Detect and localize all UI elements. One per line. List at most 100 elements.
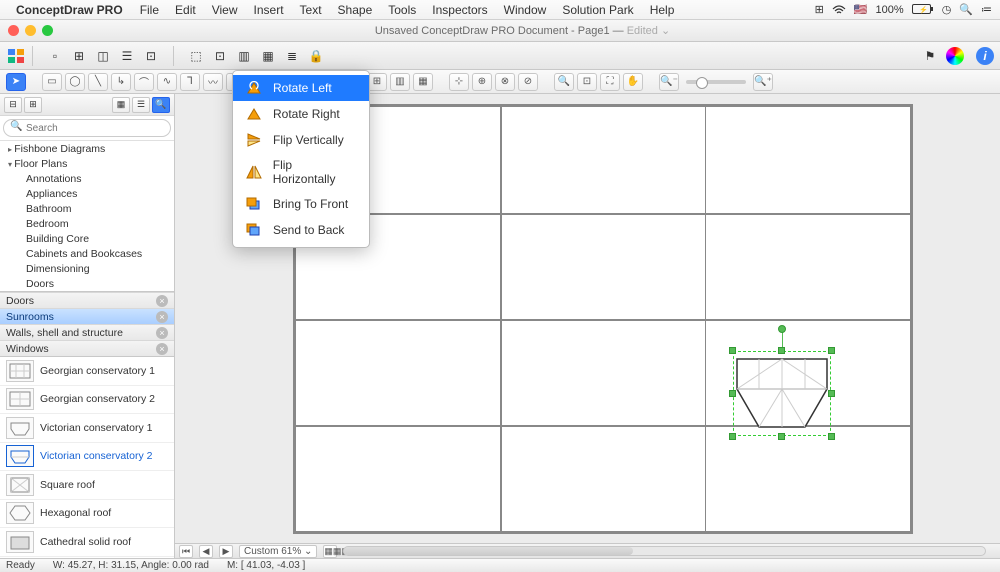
line-tool[interactable]: ╲ — [88, 73, 108, 91]
menu-insert[interactable]: Insert — [247, 3, 291, 17]
shape-victorian-1[interactable]: Victorian conservatory 1 — [0, 414, 174, 443]
close-button[interactable] — [8, 25, 19, 36]
sidebar-view-grid-icon[interactable]: ▦ — [112, 97, 130, 113]
menu-file[interactable]: File — [133, 3, 166, 17]
tree-building-core[interactable]: Building Core — [0, 231, 174, 246]
arc-tool[interactable]: ⌒ — [134, 73, 154, 91]
fullscreen-button[interactable] — [42, 25, 53, 36]
ctx-flip-horizontal[interactable]: Flip Horizontally — [233, 153, 369, 191]
status-clock-icon[interactable]: ◷ — [942, 3, 952, 16]
sidebar-view-list-icon[interactable]: ☰ — [132, 97, 150, 113]
resize-handle[interactable] — [828, 390, 835, 397]
zoom-in-tool[interactable]: 🔍 — [554, 73, 574, 91]
zoom-slider[interactable] — [686, 80, 746, 84]
tree-bathroom[interactable]: Bathroom — [0, 201, 174, 216]
resize-handle[interactable] — [778, 347, 785, 354]
tree-fishbone[interactable]: Fishbone Diagrams — [0, 141, 174, 156]
tb-icon-1[interactable]: ▫ — [45, 46, 65, 66]
close-icon[interactable]: × — [156, 311, 168, 323]
ctx-flip-vertical[interactable]: Flip Vertically — [233, 127, 369, 153]
ellipse-tool[interactable]: ◯ — [65, 73, 85, 91]
sidebar-collapse-icon[interactable]: ⊟ — [4, 97, 22, 113]
h-scrollbar[interactable] — [343, 546, 986, 556]
stack-walls[interactable]: Walls, shell and structure× — [0, 324, 174, 340]
shape-georgian-1[interactable]: Georgian conservatory 1 — [0, 357, 174, 386]
menu-view[interactable]: View — [205, 3, 245, 17]
menu-shape[interactable]: Shape — [331, 3, 380, 17]
tree-appliances[interactable]: Appliances — [0, 186, 174, 201]
info-icon[interactable]: i — [976, 47, 994, 65]
tb-distribute-icon[interactable]: ▦ — [258, 46, 278, 66]
ctx-rotate-right[interactable]: Rotate Right — [233, 101, 369, 127]
zoom-readout[interactable]: Custom 61% ⌄ — [239, 545, 317, 558]
menu-tools[interactable]: Tools — [381, 3, 423, 17]
zoom-out-button[interactable]: 🔍⁻ — [659, 73, 679, 91]
rect-tool[interactable]: ▭ — [42, 73, 62, 91]
tb-icon-3[interactable]: ◫ — [93, 46, 113, 66]
selected-shape[interactable] — [733, 351, 831, 436]
zoom-fit-tool[interactable]: ⛶ — [600, 73, 620, 91]
tree-floor-plans[interactable]: Floor Plans — [0, 156, 174, 171]
resize-handle[interactable] — [778, 433, 785, 440]
tb2-snap-4[interactable]: ⊘ — [518, 73, 538, 91]
tb2-snap-2[interactable]: ⊕ — [472, 73, 492, 91]
page-first-icon[interactable]: ⏮ — [179, 545, 193, 558]
zoom-in-button[interactable]: 🔍⁺ — [753, 73, 773, 91]
shape-georgian-2[interactable]: Georgian conservatory 2 — [0, 386, 174, 415]
menu-text[interactable]: Text — [293, 3, 329, 17]
tb-layers-icon[interactable]: ≣ — [282, 46, 302, 66]
rotate-handle[interactable] — [778, 325, 786, 333]
ctx-rotate-left[interactable]: Rotate Left — [233, 75, 369, 101]
close-icon[interactable]: × — [156, 295, 168, 307]
tb-group-icon[interactable]: ⊡ — [210, 46, 230, 66]
page-next-icon[interactable]: ▶ — [219, 545, 233, 558]
close-icon[interactable]: × — [156, 327, 168, 339]
status-grid-icon[interactable]: ⊞ — [815, 3, 824, 16]
tree-bedroom[interactable]: Bedroom — [0, 216, 174, 231]
tb-icon-2[interactable]: ⊞ — [69, 46, 89, 66]
menu-help[interactable]: Help — [643, 3, 682, 17]
search-input[interactable] — [3, 119, 171, 137]
color-picker-icon[interactable] — [946, 47, 964, 65]
sidebar-expand-icon[interactable]: ⊞ — [24, 97, 42, 113]
connector-tool[interactable]: ↳ — [111, 73, 131, 91]
menu-solution-park[interactable]: Solution Park — [555, 3, 640, 17]
status-list-icon[interactable]: ≔ — [981, 3, 992, 16]
shape-hex-roof[interactable]: Hexagonal roof — [0, 500, 174, 529]
tb-icon-4[interactable]: ☰ — [117, 46, 137, 66]
status-wifi-icon[interactable] — [832, 5, 846, 15]
tb-icon-5[interactable]: ⊡ — [141, 46, 161, 66]
shape-square-roof[interactable]: Square roof — [0, 471, 174, 500]
menu-window[interactable]: Window — [497, 3, 554, 17]
polyline-tool[interactable]: ⅂ — [180, 73, 200, 91]
status-flag-icon[interactable]: 🇺🇸 — [854, 3, 868, 16]
resize-handle[interactable] — [729, 347, 736, 354]
spline-tool[interactable]: 〰 — [203, 73, 223, 91]
tb2-icon-d[interactable]: ▥ — [390, 73, 410, 91]
minimize-button[interactable] — [25, 25, 36, 36]
shape-victorian-2[interactable]: Victorian conservatory 2 — [0, 443, 174, 472]
tb2-icon-e[interactable]: ▦ — [413, 73, 433, 91]
tb2-snap-1[interactable]: ⊹ — [449, 73, 469, 91]
status-battery-icon[interactable]: ⚡ — [912, 4, 934, 15]
curve-tool[interactable]: ∿ — [157, 73, 177, 91]
document-edited-label[interactable]: Edited ⌄ — [627, 25, 670, 37]
zoom-region-tool[interactable]: ⊡ — [577, 73, 597, 91]
stack-doors[interactable]: Doors× — [0, 292, 174, 308]
pan-tool[interactable]: ✋ — [623, 73, 643, 91]
resize-handle[interactable] — [729, 433, 736, 440]
close-icon[interactable]: × — [156, 343, 168, 355]
page-tabs-icon[interactable]: ▦▦▦ — [323, 545, 337, 558]
resize-handle[interactable] — [828, 433, 835, 440]
tree-doors-node[interactable]: Doors — [0, 276, 174, 291]
pointer-tool[interactable]: ➤ — [6, 73, 26, 91]
sidebar-search-toggle-icon[interactable]: 🔍 — [152, 97, 170, 113]
menu-edit[interactable]: Edit — [168, 3, 203, 17]
tb-arrange-icon[interactable]: ⬚ — [186, 46, 206, 66]
resize-handle[interactable] — [828, 347, 835, 354]
stack-windows[interactable]: Windows× — [0, 340, 174, 356]
tb2-icon-c[interactable]: ⊞ — [367, 73, 387, 91]
stack-sunrooms[interactable]: Sunrooms× — [0, 308, 174, 324]
shape-cathedral-roof[interactable]: Cathedral solid roof — [0, 528, 174, 557]
tb-align-icon[interactable]: ▥ — [234, 46, 254, 66]
